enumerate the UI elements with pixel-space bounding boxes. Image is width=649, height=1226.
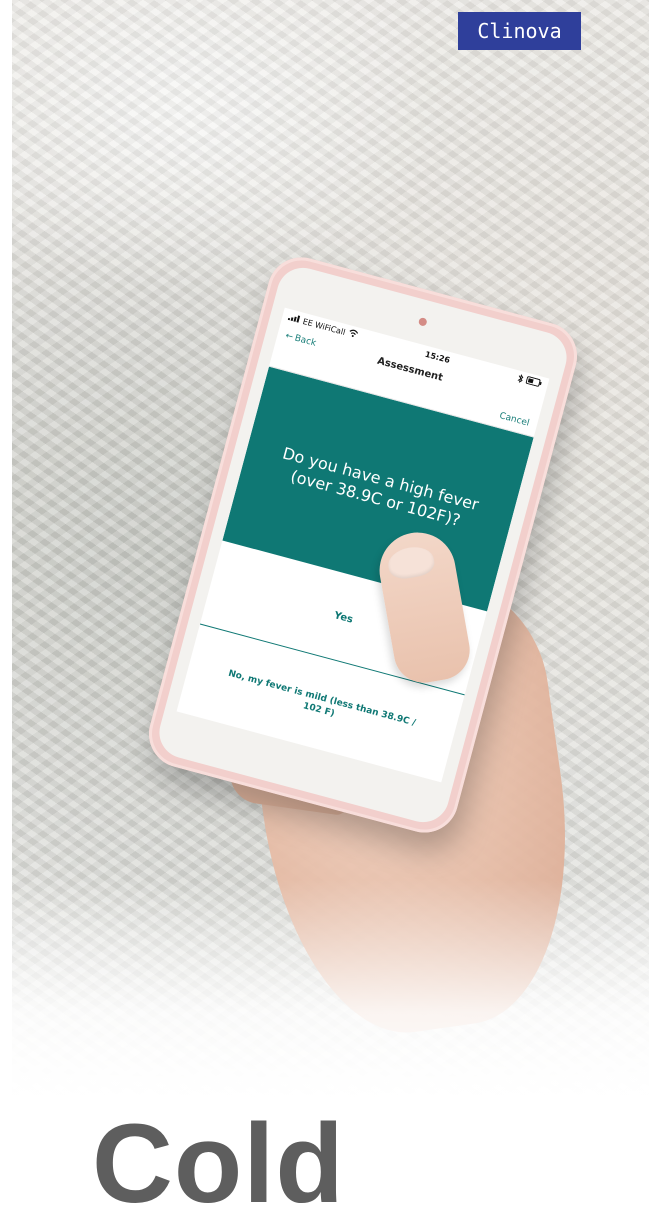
brand-badge: Clinova	[458, 12, 581, 50]
thumbnail	[385, 543, 437, 582]
cancel-button[interactable]: Cancel	[498, 411, 530, 429]
photo-background: EE WiFiCall 15:26 ← Back Assessment Canc…	[12, 0, 649, 1175]
page-title: Cold	[92, 1101, 345, 1226]
answer-no-label: No, my fever is mild (less than 38.9C / …	[227, 668, 417, 729]
battery-icon	[525, 376, 543, 390]
question-text: Do you have a high fever (over 38.9C or …	[280, 443, 481, 530]
answer-yes-label: Yes	[332, 609, 355, 626]
phone-speaker	[417, 316, 428, 327]
signal-icon	[287, 313, 301, 325]
bluetooth-icon	[516, 373, 525, 385]
wifi-icon	[347, 328, 359, 340]
